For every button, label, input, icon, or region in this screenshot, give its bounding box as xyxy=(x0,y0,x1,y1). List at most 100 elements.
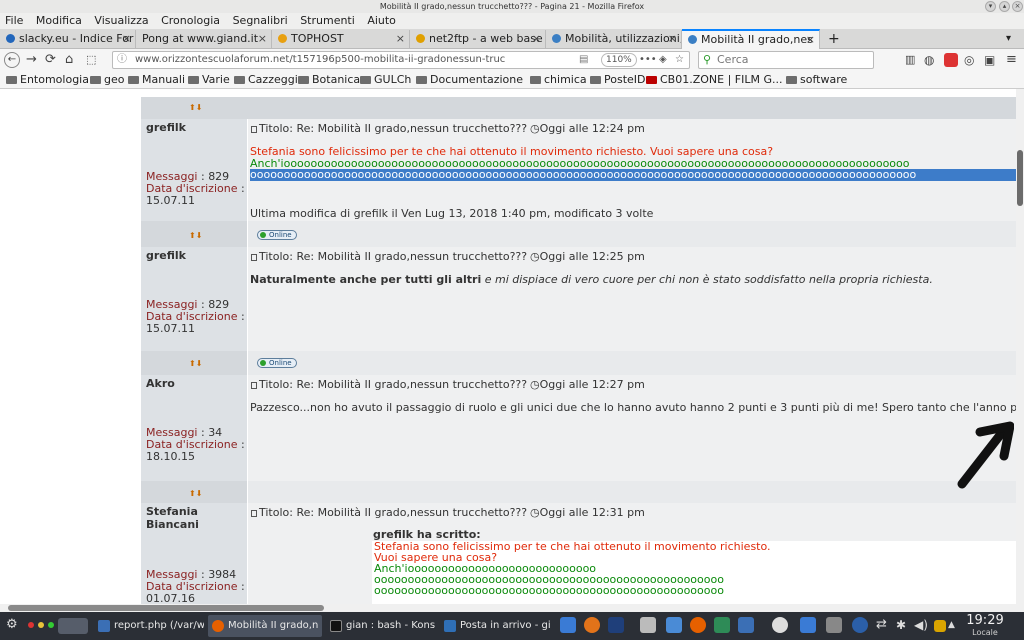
blender-icon[interactable] xyxy=(584,617,600,633)
tab-tophost[interactable]: TOPHOST × xyxy=(272,30,410,49)
usb-icon[interactable]: ⇄ xyxy=(876,617,892,633)
menu-file[interactable]: File xyxy=(5,14,23,27)
minimize-icon[interactable]: ▾ xyxy=(985,1,996,12)
post-date-text: Oggi alle 12:31 pm xyxy=(539,506,645,519)
bookmark-entomologia[interactable]: Entomologia xyxy=(6,71,89,89)
bookmark-software[interactable]: software xyxy=(786,71,847,89)
screenshot-icon[interactable]: ⬚ xyxy=(86,52,96,68)
bookmark-gulch[interactable]: GULCh xyxy=(360,71,411,89)
close-tab-icon[interactable]: × xyxy=(122,30,131,48)
menu-strumenti[interactable]: Strumenti xyxy=(300,14,355,27)
tab-slacky[interactable]: slacky.eu - Indice For × xyxy=(0,30,136,49)
menu-modifica[interactable]: Modifica xyxy=(36,14,82,27)
hp-icon[interactable] xyxy=(852,617,868,633)
url-text[interactable]: www.orizzontescuolaforum.net/t157196p500… xyxy=(135,52,555,68)
post-author[interactable]: grefilk xyxy=(146,121,186,134)
addon-icon[interactable]: ◎ xyxy=(964,52,974,68)
up-down-arrows-icon[interactable]: ⬆⬇ xyxy=(189,489,202,498)
tab-mobilita-ii-grado[interactable]: Mobilità II grado,nes × xyxy=(682,29,820,50)
steam-icon[interactable] xyxy=(772,617,788,633)
network-icon[interactable] xyxy=(826,617,842,633)
kde-menu-icon[interactable]: ⚙ xyxy=(6,618,20,632)
menu-cronologia[interactable]: Cronologia xyxy=(161,14,220,27)
bluetooth-icon[interactable] xyxy=(608,617,624,633)
menu-hamburger-icon[interactable]: ≡ xyxy=(1006,52,1017,68)
post-author[interactable]: Akro xyxy=(146,377,175,390)
bookmark-star-icon[interactable]: ☆ xyxy=(675,52,684,68)
new-tab-button[interactable]: + xyxy=(824,30,844,49)
close-tab-icon[interactable]: × xyxy=(668,30,677,48)
menu-segnalibri[interactable]: Segnalibri xyxy=(233,14,288,27)
updates-icon[interactable] xyxy=(934,620,946,632)
window-dot-yellow-icon[interactable] xyxy=(38,622,44,628)
close-tab-icon[interactable]: × xyxy=(258,30,267,48)
tab-net2ftp[interactable]: net2ftp - a web base × xyxy=(410,30,546,49)
up-down-arrows-icon[interactable]: ⬆⬇ xyxy=(189,359,202,368)
info-icon[interactable]: ⓘ xyxy=(117,52,127,68)
volume-icon[interactable]: ◀) xyxy=(914,617,930,633)
back-icon[interactable]: ← xyxy=(4,52,20,68)
home-icon[interactable]: ⌂ xyxy=(65,52,73,68)
document-icon[interactable] xyxy=(560,617,576,633)
horizontal-scrollbar-thumb[interactable] xyxy=(8,605,324,611)
post-title[interactable]: Titolo: Re: Mobilità II grado,nessun tru… xyxy=(251,250,527,263)
bookmark-chimica[interactable]: chimica xyxy=(530,71,587,89)
post-title[interactable]: Titolo: Re: Mobilità II grado,nessun tru… xyxy=(251,378,527,391)
url-bar[interactable]: ⓘ www.orizzontescuolaforum.net/t157196p5… xyxy=(112,51,690,69)
maximize-icon[interactable]: ▴ xyxy=(999,1,1010,12)
task-report-php[interactable]: report.php (/var/w xyxy=(94,615,204,637)
zoom-level[interactable]: 110% xyxy=(601,53,637,67)
folder-icon xyxy=(6,76,17,84)
monitor-icon[interactable] xyxy=(666,617,682,633)
tab-list-icon[interactable]: ▾ xyxy=(1004,30,1022,49)
clock[interactable]: 19:29 Locale xyxy=(960,613,1010,638)
tab-pong[interactable]: Pong at www.giand.it × xyxy=(136,30,272,49)
clipboard-icon[interactable] xyxy=(800,617,816,633)
forward-icon[interactable]: → xyxy=(26,52,37,68)
up-down-arrows-icon[interactable]: ⬆⬇ xyxy=(189,103,202,112)
reload-icon[interactable]: ⟳ xyxy=(45,52,56,68)
bookmark-geo[interactable]: geo xyxy=(90,71,124,89)
thunderbird-icon[interactable] xyxy=(738,617,754,633)
task-mail[interactable]: Posta in arrivo - gi xyxy=(440,615,552,637)
close-tab-icon[interactable]: × xyxy=(532,30,541,48)
search-input[interactable]: ⚲ Cerca xyxy=(698,51,874,69)
bookmark-cazzeggi[interactable]: Cazzeggi xyxy=(234,71,298,89)
page-actions-icon[interactable]: ••• xyxy=(639,52,657,68)
bookmark-botanica[interactable]: Botanica xyxy=(298,71,360,89)
globe-icon[interactable]: ◍ xyxy=(924,52,934,68)
post-title[interactable]: Titolo: Re: Mobilità II grado,nessun tru… xyxy=(251,506,527,519)
bookmark-manuali[interactable]: Manuali xyxy=(128,71,185,89)
bluetooth-tray-icon[interactable]: ✱ xyxy=(896,617,912,633)
close-icon[interactable]: × xyxy=(1012,1,1023,12)
virtual-desktops-pager[interactable] xyxy=(58,618,88,634)
task-konsole[interactable]: gian : bash - Kons xyxy=(326,615,436,637)
tab-mobilita-utilizzazioni[interactable]: Mobilità, utilizzazioni, × xyxy=(546,30,682,49)
up-down-arrows-icon[interactable]: ⬆⬇ xyxy=(189,231,202,240)
extension-icon[interactable]: ▣ xyxy=(984,52,995,68)
bookmark-posteid[interactable]: PosteID xyxy=(590,71,646,89)
bookmark-documentazione[interactable]: Documentazione xyxy=(416,71,523,89)
task-firefox[interactable]: Mobilità II grado,n xyxy=(208,615,322,637)
post-title[interactable]: Titolo: Re: Mobilità II grado,nessun tru… xyxy=(251,122,527,135)
site-icon xyxy=(688,35,697,44)
menu-visualizza[interactable]: Visualizza xyxy=(94,14,148,27)
window-dot-red-icon[interactable] xyxy=(28,622,34,628)
close-tab-icon[interactable]: × xyxy=(396,30,405,48)
library-icon[interactable]: ▥ xyxy=(905,52,915,68)
calculator-icon[interactable] xyxy=(640,617,656,633)
post-author[interactable]: grefilk xyxy=(146,249,186,262)
firefox-launcher-icon[interactable] xyxy=(690,617,706,633)
site-icon xyxy=(6,34,15,43)
bookmark-varie[interactable]: Varie xyxy=(188,71,230,89)
menu-aiuto[interactable]: Aiuto xyxy=(367,14,396,27)
vertical-scrollbar-thumb[interactable] xyxy=(1017,150,1023,206)
close-tab-icon[interactable]: × xyxy=(806,31,815,49)
post-author[interactable]: Stefania Biancani xyxy=(146,505,199,531)
window-dot-green-icon[interactable] xyxy=(48,622,54,628)
reader-view-icon[interactable]: ▤ xyxy=(579,52,588,68)
adblock-icon[interactable] xyxy=(944,53,958,67)
sync-icon[interactable] xyxy=(714,617,730,633)
bookmark-cb01[interactable]: CB01.ZONE | FILM G... xyxy=(646,71,783,89)
pocket-icon[interactable]: ◈ xyxy=(659,52,667,68)
